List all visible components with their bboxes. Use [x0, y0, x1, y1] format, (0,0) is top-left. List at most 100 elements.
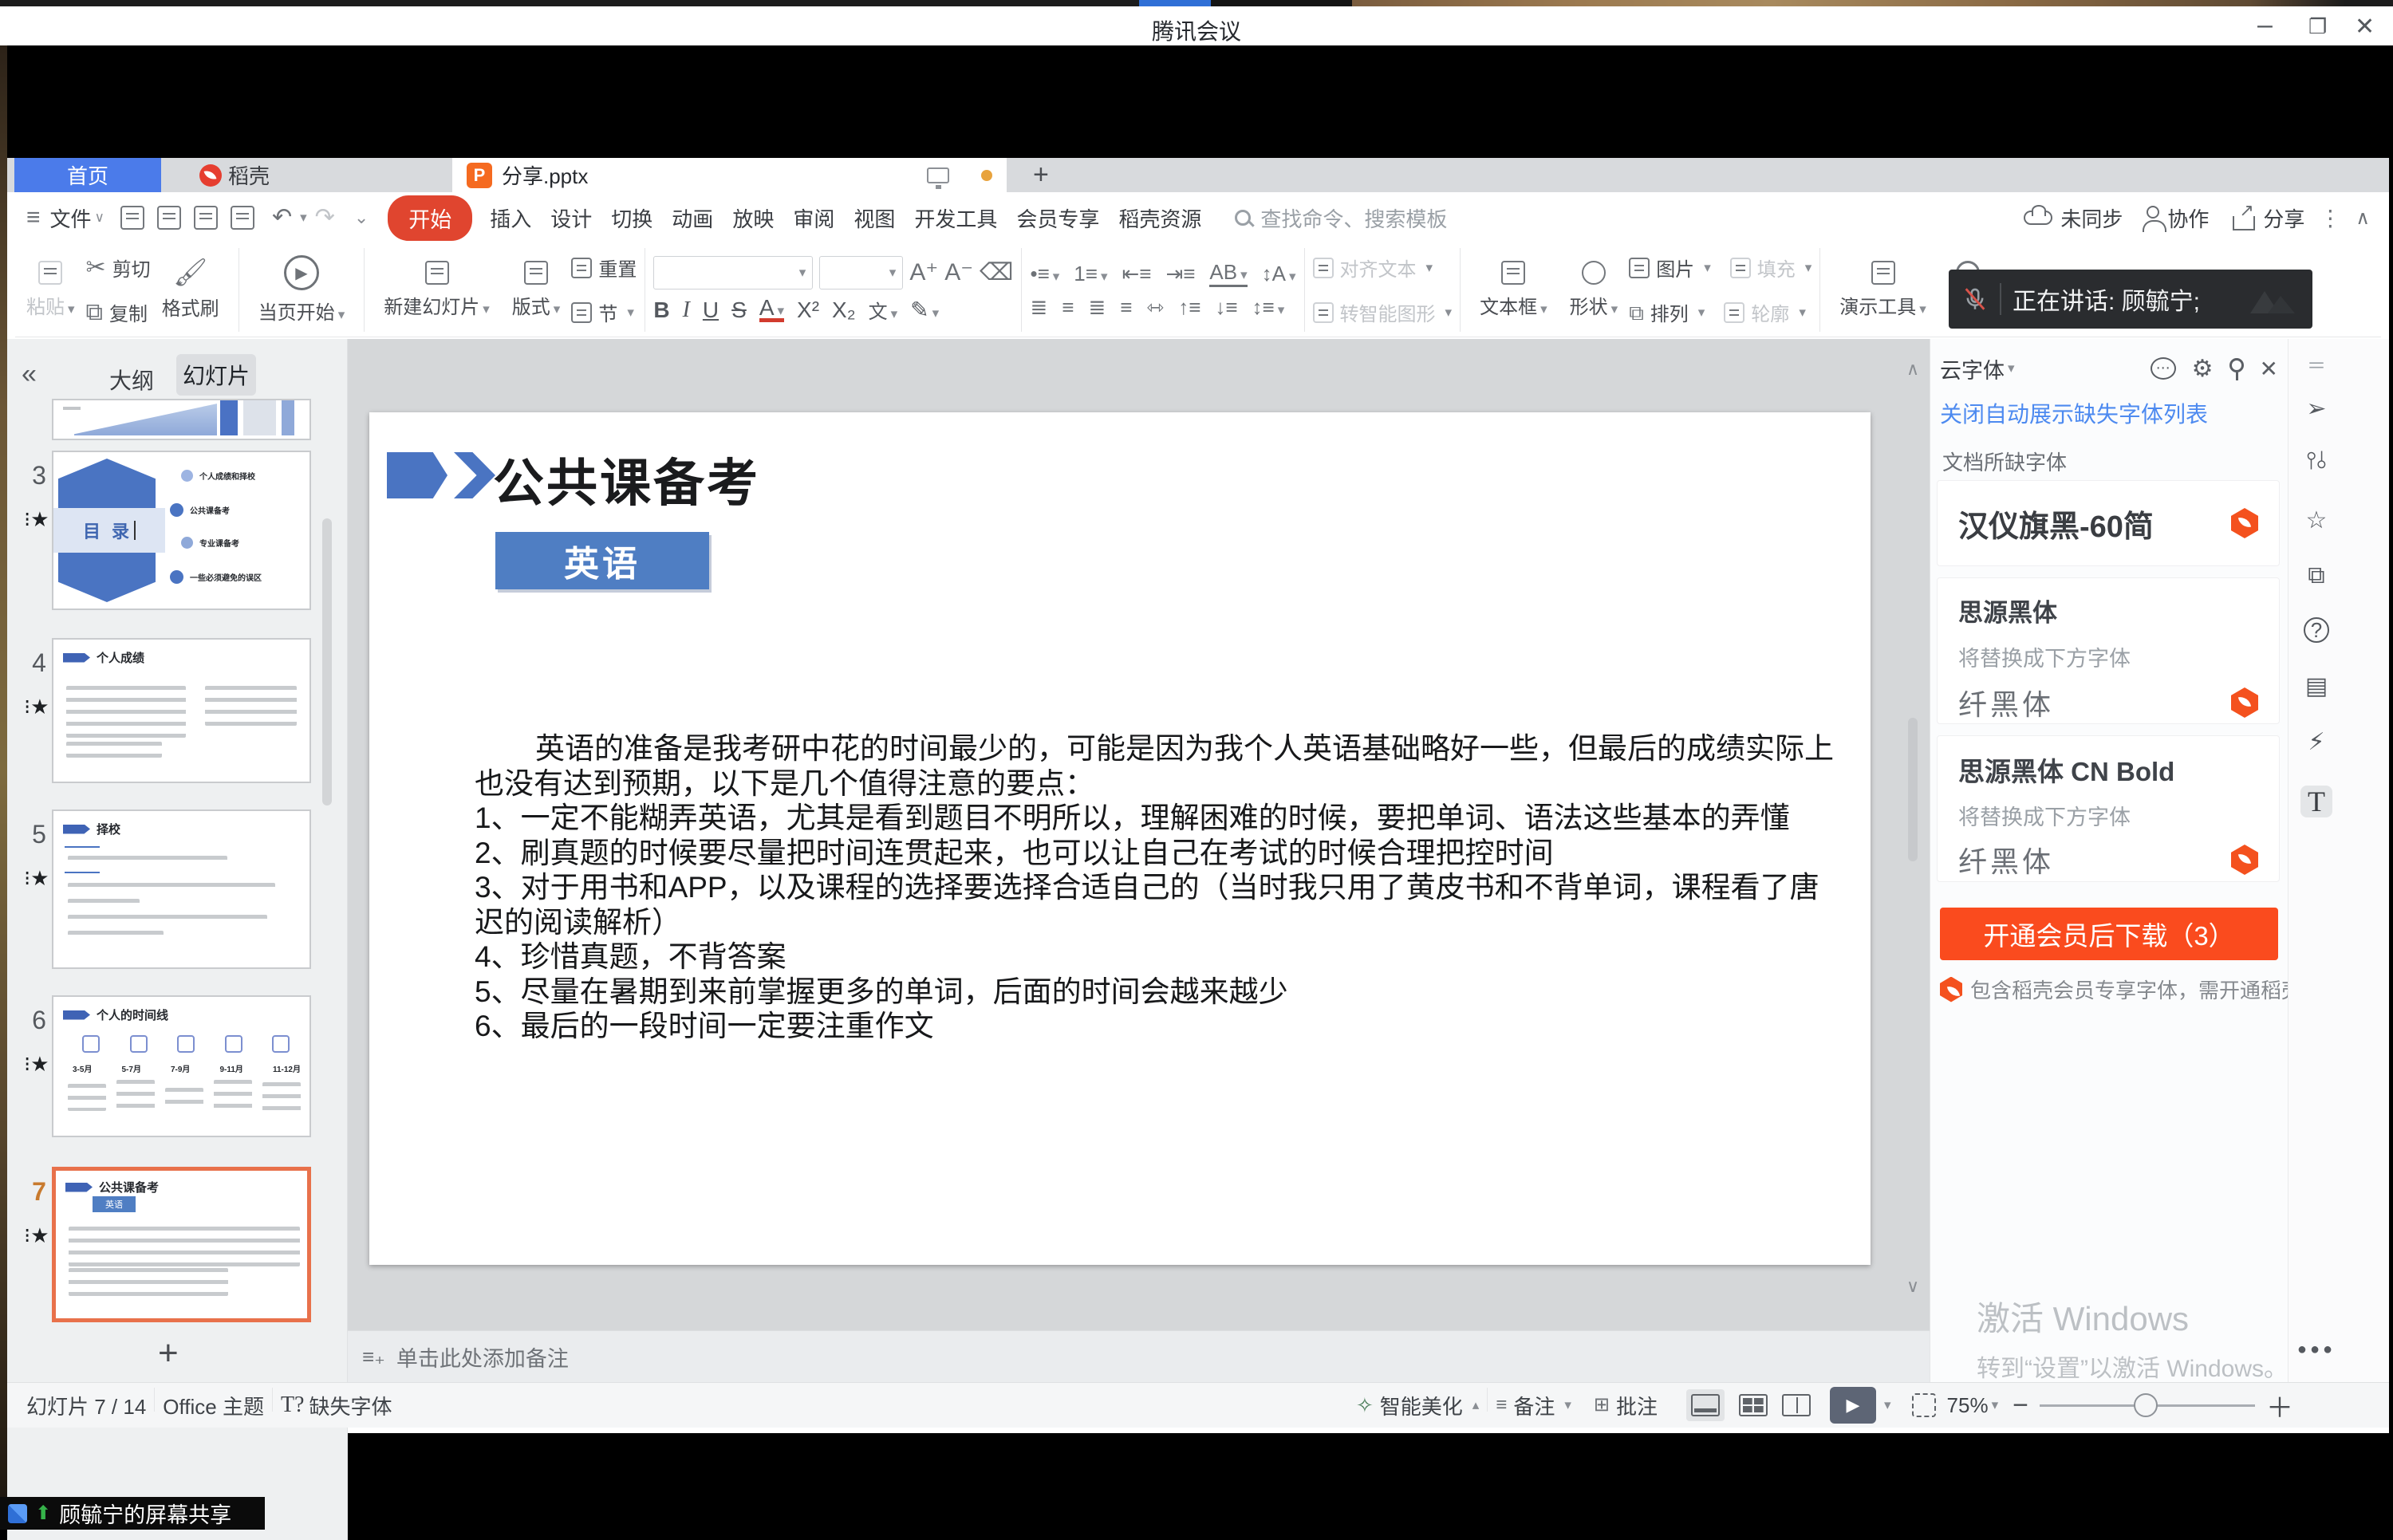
hamburger-icon[interactable]: ≡	[26, 206, 41, 230]
align-center-icon[interactable]: ≡	[1062, 295, 1074, 320]
print-icon[interactable]	[194, 206, 218, 230]
play-options-caret[interactable]: ▾	[1884, 1397, 1891, 1413]
new-slide-button[interactable]: 新建幻灯片▾	[373, 243, 501, 337]
menu-transition[interactable]: 切换	[601, 192, 662, 243]
export-icon[interactable]	[157, 206, 181, 230]
presentation-tools-button[interactable]: 演示工具▾	[1828, 243, 1938, 337]
menu-member[interactable]: 会员专享	[1007, 192, 1109, 243]
line-spacing-up-icon[interactable]: ↑≡	[1178, 295, 1200, 320]
undo-icon[interactable]: ↶	[272, 206, 292, 230]
smart-beautify-button[interactable]: ✧ 智能美化▴	[1356, 1391, 1479, 1420]
align-right-icon[interactable]: ≣	[1088, 295, 1106, 320]
slide-badge[interactable]: 英语	[495, 532, 709, 589]
thumbnail-slide-3[interactable]: 目 录 个人成绩和择校 公共课备考 专业课备考 一些必须避免的误区	[52, 451, 311, 610]
textbox-button[interactable]: 文本框▾	[1469, 243, 1559, 337]
underline-button[interactable]: U	[703, 297, 719, 323]
bold-button[interactable]: B	[653, 297, 669, 323]
menu-slideshow[interactable]: 放映	[723, 192, 783, 243]
tab-document[interactable]: P 分享.pptx	[452, 158, 1007, 192]
tab-slides[interactable]: 幻灯片	[176, 354, 256, 396]
format-painter-button[interactable]: 🖌︎格式刷	[151, 243, 231, 337]
rail-convert-icon[interactable]: ⧉	[2300, 560, 2332, 592]
rail-help-icon[interactable]: ?	[2300, 614, 2332, 646]
slide-body-text[interactable]: 英语的准备是我考研中花的时间最少的，可能是因为我个人英语基础略好一些，但最后的成…	[475, 731, 1834, 1044]
menu-design[interactable]: 设计	[541, 192, 601, 243]
slide-page[interactable]: 公共课备考 英语 英语的准备是我考研中花的时间最少的，可能是因为我个人英语基础略…	[369, 412, 1871, 1265]
justify-icon[interactable]: ≡	[1120, 295, 1132, 320]
pin-icon[interactable]	[2229, 358, 2244, 372]
minimize-button[interactable]: –	[2257, 10, 2273, 41]
increase-font-icon[interactable]: A⁺	[909, 261, 938, 285]
command-search[interactable]: 查找命令、搜索模板	[1235, 203, 1447, 233]
menu-file[interactable]: 文件∨	[41, 192, 114, 243]
thumbnail-slide-6[interactable]: 个人的时间线 3-5月5-7月7-9月9-11月11-12月	[52, 995, 311, 1137]
canvas-scroll-down-icon[interactable]: ∨	[1906, 1276, 1919, 1297]
notes-bar[interactable]: ≡₊ 单击此处添加备注	[348, 1330, 1930, 1382]
missing-font-card-1[interactable]: 汉仪旗黑-60简	[1937, 480, 2280, 566]
close-button[interactable]: ✕	[2355, 13, 2375, 41]
sidebar-scrollbar[interactable]	[322, 518, 332, 805]
highlight-button[interactable]: ✎▾	[910, 297, 939, 323]
rail-fonts-tool-selected[interactable]: T	[2300, 786, 2332, 817]
font-color-button[interactable]: A▾	[759, 297, 784, 321]
comments-button[interactable]: ⊞批注	[1594, 1391, 1658, 1420]
font-size-combo[interactable]: ▾	[819, 256, 903, 289]
rail-rocket-icon[interactable]: ➢	[2300, 392, 2332, 424]
decrease-indent-icon[interactable]: ⇤≡	[1122, 262, 1151, 286]
missing-font-card-3[interactable]: 思源黑体 CN Bold 将替换成下方字体 纤黑体	[1937, 735, 2280, 882]
paste-button[interactable]: 粘贴▾	[15, 243, 86, 337]
copy-button[interactable]: ⧉复制	[86, 293, 151, 333]
menu-review[interactable]: 审阅	[783, 192, 844, 243]
zoom-slider[interactable]	[2040, 1404, 2255, 1407]
rail-chart-icon[interactable]: ▤	[2300, 670, 2332, 702]
save-icon[interactable]	[120, 206, 144, 230]
share-button[interactable]: 分享	[2233, 203, 2304, 233]
zoom-level[interactable]: 75%	[1947, 1393, 1989, 1418]
canvas-scroll-up-icon[interactable]: ∧	[1906, 359, 1919, 380]
fit-slide-icon[interactable]	[1912, 1393, 1936, 1417]
slideshow-play-button[interactable]: ▶	[1830, 1387, 1876, 1424]
zoom-out-button[interactable]: −	[2013, 1390, 2028, 1421]
section-button[interactable]: 节▾	[571, 293, 637, 333]
superscript-button[interactable]: X²	[797, 297, 819, 323]
settings-gear-icon[interactable]: ⚙	[2192, 355, 2214, 383]
distribute-icon[interactable]: ⇿	[1146, 295, 1164, 320]
thumbnail-slide-2-partial[interactable]	[52, 399, 311, 440]
clear-format-icon[interactable]: ⌫	[980, 261, 1013, 285]
toolbar-options-icon[interactable]: ⌄	[354, 207, 369, 228]
reset-button[interactable]: 重置	[571, 248, 637, 288]
increase-indent-icon[interactable]: ⇥≡	[1165, 262, 1195, 286]
slide-title[interactable]: 公共课备考	[493, 443, 760, 516]
canvas-scrollbar[interactable]	[1908, 718, 1918, 861]
rail-adjust-icon[interactable]: ⫯⫰	[2300, 445, 2332, 477]
undo-caret[interactable]: ▾	[300, 210, 307, 226]
cut-button[interactable]: ✂剪切	[86, 248, 151, 288]
decrease-font-icon[interactable]: A⁻	[944, 261, 973, 285]
sync-status[interactable]: 未同步	[2024, 203, 2123, 233]
char-spacing-icon[interactable]: AB▾	[1209, 260, 1247, 287]
panel-title[interactable]: 云字体	[1940, 353, 2005, 384]
view-reading-button[interactable]	[1782, 1394, 1811, 1416]
print-preview-icon[interactable]	[231, 206, 254, 230]
menu-view[interactable]: 视图	[844, 192, 905, 243]
thumbnail-slide-7-selected[interactable]: 公共课备考 英语	[52, 1167, 311, 1322]
more-menu-icon[interactable]: ⋮	[2319, 205, 2341, 231]
menu-insert[interactable]: 插入	[480, 192, 541, 243]
italic-button[interactable]: I	[683, 297, 690, 323]
view-normal-button[interactable]	[1686, 1389, 1725, 1421]
notes-toggle-button[interactable]: ≡备注▾	[1496, 1391, 1571, 1420]
tab-home[interactable]: 首页	[14, 158, 161, 192]
play-from-current-button[interactable]: ▶ 当页开始▾	[247, 243, 357, 337]
shape-button[interactable]: 形状▾	[1559, 243, 1630, 337]
menu-start[interactable]: 开始	[388, 195, 472, 241]
picture-button[interactable]: 图片▾	[1629, 248, 1711, 288]
zoom-in-button[interactable]: ＋	[2266, 1386, 2293, 1425]
collapse-ribbon-icon[interactable]: ∧	[2356, 207, 2370, 230]
line-spacing-icon[interactable]: ↕≡▾	[1252, 295, 1285, 320]
disable-autoshow-link[interactable]: 关闭自动展示缺失字体列表	[1940, 397, 2208, 429]
bullet-list-icon[interactable]: •≡▾	[1030, 262, 1059, 286]
feedback-icon[interactable]: ⋯	[2151, 357, 2176, 380]
menu-devtools[interactable]: 开发工具	[905, 192, 1007, 243]
text-direction-icon[interactable]: ↕A▾	[1262, 262, 1296, 286]
rail-more-icon[interactable]: ●●●	[2300, 1333, 2332, 1365]
